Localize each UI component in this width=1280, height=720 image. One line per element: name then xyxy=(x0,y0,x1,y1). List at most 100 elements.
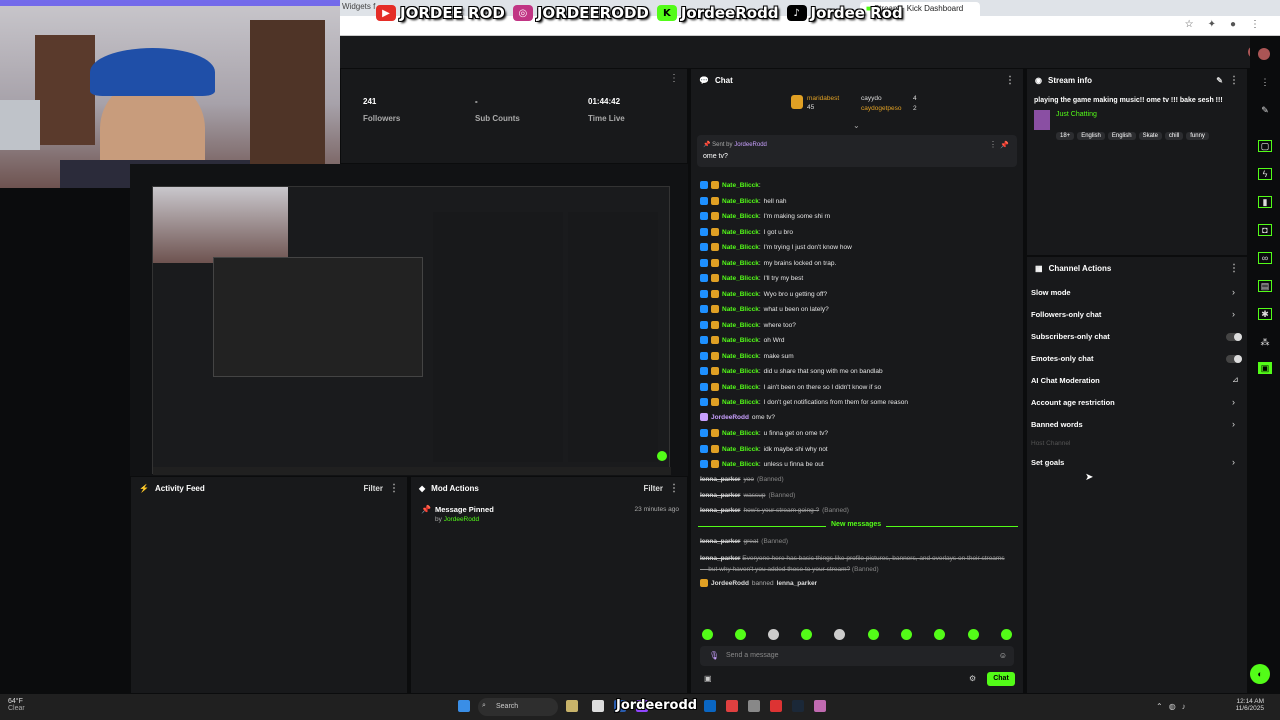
chat-username[interactable]: Nate_Blicck xyxy=(722,461,759,468)
chat-input-box[interactable]: 🎙 Send a message ☺ xyxy=(700,646,1014,666)
emote-icon[interactable] xyxy=(834,629,845,640)
tag[interactable]: funny xyxy=(1186,132,1209,140)
chat-username[interactable]: Nate_Blicck xyxy=(722,446,759,453)
wrench-icon[interactable]: ✱ xyxy=(1258,308,1272,320)
banned-words-item[interactable]: Banned words xyxy=(1031,420,1083,429)
set-goals-item[interactable]: Set goals xyxy=(1031,458,1064,467)
subscribers-only-toggle[interactable] xyxy=(1226,333,1242,341)
tag[interactable]: 18+ xyxy=(1056,132,1075,140)
pinned-user[interactable]: JordeeRodd xyxy=(734,142,767,148)
pencil-icon[interactable]: ✎ xyxy=(1258,104,1272,116)
people-icon[interactable]: ⁂ xyxy=(1258,336,1272,348)
stats-menu-icon[interactable]: ⋮ xyxy=(669,73,679,84)
activity-menu-icon[interactable]: ⋮ xyxy=(389,483,399,494)
chat-username[interactable]: Nate_Blicck xyxy=(722,337,759,344)
banned5-user[interactable]: lenna_parker xyxy=(700,555,740,562)
app-icon[interactable] xyxy=(704,700,716,712)
app-icon[interactable] xyxy=(770,700,782,712)
link-icon[interactable]: ∞ xyxy=(1258,252,1272,264)
chat-menu-icon[interactable]: ⋮ xyxy=(1005,75,1015,86)
weather-widget[interactable]: 64°F Clear xyxy=(8,698,25,712)
chevron-right-icon[interactable]: › xyxy=(1232,309,1235,319)
clock[interactable]: 12:14 AM 11/6/2025 xyxy=(1218,698,1264,712)
grid-icon[interactable]: ▤ xyxy=(1258,280,1272,292)
chat-username[interactable]: Nate_Blicck xyxy=(722,399,759,406)
followers-only-item[interactable]: Followers-only chat xyxy=(1031,310,1101,319)
edit-icon[interactable]: ✎ xyxy=(1216,76,1223,85)
chat-username[interactable]: Nate_Blicck xyxy=(722,275,759,282)
unpin-icon[interactable]: 📌 xyxy=(1000,141,1009,149)
extensions-icon[interactable]: ✦ xyxy=(1208,19,1216,30)
leader1-name[interactable]: maridabest xyxy=(807,95,839,102)
activity-filter-button[interactable]: Filter xyxy=(363,484,383,493)
mod-menu-icon[interactable]: ⋮ xyxy=(669,483,679,494)
star-icon[interactable]: ☆ xyxy=(1185,19,1194,30)
mod-entry-user[interactable]: JordeeRodd xyxy=(444,516,479,523)
tag[interactable]: English xyxy=(1077,132,1105,140)
chevron-right-icon[interactable]: › xyxy=(1232,457,1235,467)
chevron-right-icon[interactable]: › xyxy=(1232,287,1235,297)
emote-icon[interactable] xyxy=(702,629,713,640)
gift-button-icon[interactable]: ▣ xyxy=(704,674,712,683)
stream-category[interactable]: Just Chatting xyxy=(1056,111,1097,118)
slow-mode-item[interactable]: Slow mode xyxy=(1031,288,1071,297)
profile-icon[interactable]: ● xyxy=(1230,19,1236,30)
browser-tab-widgets[interactable]: Widgets f xyxy=(342,2,375,11)
tag[interactable]: chill xyxy=(1164,132,1184,140)
chat-username[interactable]: Nate_Blicck xyxy=(722,368,759,375)
channel-actions-menu-icon[interactable]: ⋮ xyxy=(1229,263,1239,274)
tag[interactable]: Skate xyxy=(1138,132,1162,140)
rail-tool-icon[interactable]: ▢ xyxy=(1258,140,1272,152)
subscribers-only-item[interactable]: Subscribers-only chat xyxy=(1031,332,1110,341)
emote-icon[interactable] xyxy=(901,629,912,640)
chat-username[interactable]: Nate_Blicck xyxy=(722,213,759,220)
chat-username[interactable]: Nate_Blicck xyxy=(722,260,759,267)
emotes-only-item[interactable]: Emotes-only chat xyxy=(1031,354,1094,363)
chat-username[interactable]: Nate_Blicck xyxy=(722,229,759,236)
tag[interactable]: English xyxy=(1107,132,1136,140)
chevron-right-icon[interactable]: › xyxy=(1232,419,1235,429)
emotes-only-toggle[interactable] xyxy=(1226,355,1242,363)
chat-username[interactable]: Nate_Blicck xyxy=(722,198,759,205)
chat-input-placeholder[interactable]: Send a message xyxy=(726,652,779,659)
chat-username[interactable]: Nate_Blicck xyxy=(722,353,759,360)
chevron-right-icon[interactable]: › xyxy=(1232,397,1235,407)
pinned-menu-icon[interactable]: ⋮ xyxy=(989,140,997,149)
steam-icon[interactable] xyxy=(792,700,804,712)
emote-icon[interactable] xyxy=(768,629,779,640)
chat-rail-icon[interactable]: ◘ xyxy=(1258,224,1272,236)
emoji-icon[interactable]: ☺ xyxy=(999,651,1007,660)
settings-app-icon[interactable] xyxy=(748,700,760,712)
chat-username[interactable]: Nate_Blicck xyxy=(722,384,759,391)
app-icon[interactable] xyxy=(566,700,578,712)
chat-username[interactable]: Nate_Blicck xyxy=(722,244,759,251)
shield-icon[interactable]: ▮ xyxy=(1258,196,1272,208)
emote-icon[interactable] xyxy=(1001,629,1012,640)
chat-username[interactable]: Nate_Blicck xyxy=(722,291,759,298)
stream-info-menu-icon[interactable]: ⋮ xyxy=(1229,75,1239,86)
lightning-icon[interactable]: ϟ xyxy=(1258,168,1272,180)
settings-icon[interactable]: ⚙ xyxy=(969,674,976,683)
send-chat-button[interactable]: Chat xyxy=(987,672,1015,686)
emote-icon[interactable] xyxy=(868,629,879,640)
tray-icons[interactable]: ⌃◍♪ xyxy=(1156,702,1192,711)
app-icon[interactable] xyxy=(726,700,738,712)
chat-username[interactable]: Nate_Blicck xyxy=(722,306,759,313)
chevron-down-icon[interactable]: ⌄ xyxy=(853,121,860,130)
taskbar-search[interactable]: Search xyxy=(478,698,558,716)
chat-username[interactable]: Nate_Blicck xyxy=(722,430,759,437)
file-explorer-icon[interactable] xyxy=(592,700,604,712)
leader2-name[interactable]: cayydo xyxy=(861,95,882,102)
leader3-name[interactable]: caydogetpeso xyxy=(861,105,901,112)
chat-username[interactable]: Nate_Blicck xyxy=(722,182,759,189)
app-icon[interactable] xyxy=(814,700,826,712)
banned4-user[interactable]: lenna_parker xyxy=(700,538,740,545)
more-icon[interactable]: ⋮ xyxy=(1258,76,1272,88)
help-fab-icon[interactable]: ◐ xyxy=(1250,664,1270,684)
account-age-item[interactable]: Account age restriction xyxy=(1031,398,1115,407)
avatar-icon[interactable] xyxy=(1258,48,1270,60)
owner-username[interactable]: JordeeRodd xyxy=(711,414,749,421)
banned1-user[interactable]: lenna_parker xyxy=(700,476,740,483)
ban-actor[interactable]: JordeeRodd xyxy=(711,580,749,587)
ban-target[interactable]: lenna_parker xyxy=(777,580,817,587)
